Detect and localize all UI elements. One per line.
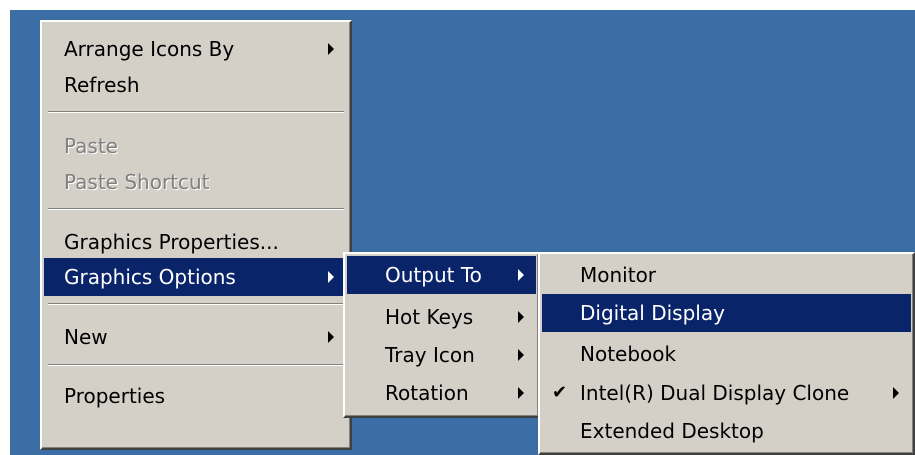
submenu-arrow-icon [518,349,524,361]
submenu-arrow-icon [328,43,334,55]
menu-item-digital-display[interactable]: Digital Display [542,294,911,332]
menu-item-label: Graphics Options [64,265,236,289]
menu-item-new[interactable]: New [44,318,348,356]
menu-item-label: Monitor [580,263,657,287]
menu-item-label: Rotation [385,381,469,405]
menu-item-dual-display-clone[interactable]: ✔ Intel(R) Dual Display Clone [542,374,911,412]
menu-item-label: Hot Keys [385,305,474,329]
menu-item-label: Intel(R) Dual Display Clone [580,381,850,405]
submenu-arrow-icon [893,387,899,399]
menu-item-paste: Paste [44,127,348,165]
output-to-submenu: Monitor Digital Display Notebook ✔ Intel… [538,252,915,455]
menu-separator [48,111,344,113]
submenu-arrow-icon [328,271,334,283]
submenu-arrow-icon [328,331,334,343]
submenu-arrow-icon [518,387,524,399]
menu-item-label: Digital Display [580,301,725,325]
menu-item-arrange-icons-by[interactable]: Arrange Icons By [44,30,348,68]
menu-item-graphics-properties[interactable]: Graphics Properties... [44,223,348,261]
submenu-arrow-icon [518,311,524,323]
menu-item-label: Refresh [64,73,140,97]
menu-item-tray-icon[interactable]: Tray Icon [347,336,536,374]
menu-separator [48,303,344,305]
menu-item-hot-keys[interactable]: Hot Keys [347,298,536,336]
menu-item-label: Tray Icon [385,343,475,367]
menu-item-notebook[interactable]: Notebook [542,335,911,373]
menu-item-label: Properties [64,384,166,408]
menu-item-rotation[interactable]: Rotation [347,374,536,412]
menu-item-refresh[interactable]: Refresh [44,66,348,104]
menu-separator [48,208,344,210]
menu-separator [48,364,344,366]
menu-item-label: New [64,325,108,349]
menu-item-label: Notebook [580,342,677,366]
menu-item-label: Graphics Properties... [64,230,279,254]
menu-item-paste-shortcut: Paste Shortcut [44,163,348,201]
menu-item-label: Paste [64,134,118,158]
checkmark-icon: ✔ [552,382,568,403]
menu-item-label: Arrange Icons By [64,37,235,61]
menu-item-monitor[interactable]: Monitor [542,256,911,294]
menu-item-output-to[interactable]: Output To [347,256,536,294]
submenu-arrow-icon [518,269,524,281]
menu-item-label: Output To [385,263,482,287]
menu-item-graphics-options[interactable]: Graphics Options [44,258,348,296]
desktop-context-menu: Arrange Icons By Refresh Paste Paste Sho… [40,20,352,450]
menu-item-label: Extended Desktop [580,419,764,443]
menu-item-label: Paste Shortcut [64,170,210,194]
menu-item-properties[interactable]: Properties [44,377,348,415]
graphics-options-submenu: Output To Hot Keys Tray Icon Rotation [343,252,540,418]
menu-item-extended-desktop[interactable]: Extended Desktop [542,412,911,450]
